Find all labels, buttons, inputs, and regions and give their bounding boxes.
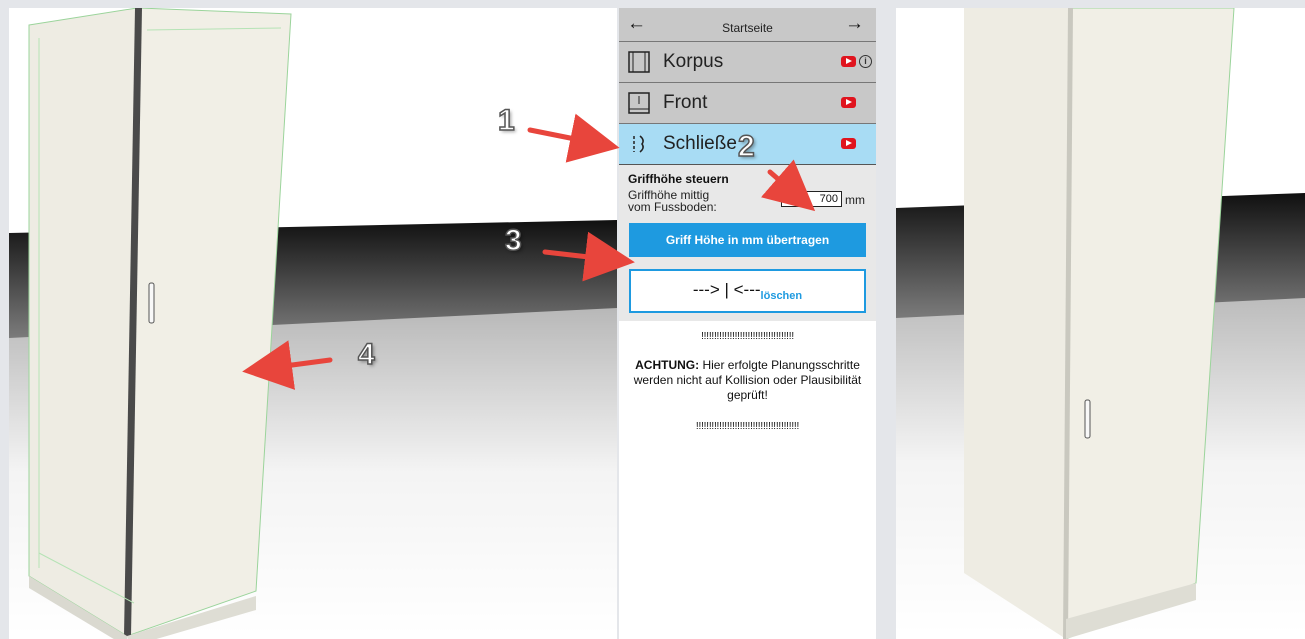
annotation-number-1: 1	[497, 103, 515, 138]
apply-handle-height-button[interactable]: Griff Höhe in mm übertragen	[629, 223, 866, 257]
youtube-icon[interactable]	[841, 56, 856, 67]
clear-handle-button[interactable]: ---> | <---löschen	[629, 269, 866, 313]
3d-viewport-right[interactable]	[896, 8, 1305, 639]
nav-bar: ← Startseite →	[619, 8, 876, 41]
nav-title[interactable]: Startseite	[619, 21, 876, 35]
3d-viewport-left[interactable]	[9, 8, 617, 639]
exclamation-line: !!!!!!!!!!!!!!!!!!!!!!!!!!!!!!!!!!!!	[701, 331, 794, 342]
door-handle	[148, 282, 155, 324]
annotation-number-3: 3	[504, 223, 522, 258]
exclamation-line: !!!!!!!!!!!!!!!!!!!!!!!!!!!!!!!!!!!!!!!!	[695, 421, 800, 432]
cabinet-side	[964, 8, 1071, 639]
handle-height-section: Griffhöhe steuern Griffhöhe mittig vom F…	[619, 165, 876, 321]
lock-icon	[633, 135, 644, 153]
menu-item-label: Front	[663, 92, 708, 113]
menu-item-korpus[interactable]: Korpus i	[619, 41, 876, 82]
menu-item-label: Korpus	[663, 51, 724, 72]
annotation-number-4: 4	[357, 337, 375, 372]
youtube-icon[interactable]	[841, 97, 856, 108]
annotation-number-2: 2	[737, 129, 755, 164]
info-icon[interactable]: i	[859, 55, 872, 68]
warning-notice: !!!!!!!!!!!!!!!!!!!!!!!!!!!!!!!!!!!! ACH…	[619, 331, 876, 432]
configurator-panel: ← Startseite → Korpus i Front Schließe G…	[619, 8, 876, 639]
handle-height-label: Griffhöhe mittig vom Fussboden:	[628, 188, 717, 214]
youtube-icon[interactable]	[841, 138, 856, 149]
menu-item-label: Schließe	[663, 133, 737, 154]
handle-height-input[interactable]	[781, 191, 842, 207]
section-title: Griffhöhe steuern	[628, 172, 729, 186]
cabinet-side	[28, 8, 138, 637]
cabinet-body-icon	[628, 51, 650, 73]
front-panel-icon	[628, 92, 650, 114]
arrow-right-icon[interactable]: →	[845, 13, 864, 35]
unit-label: mm	[845, 193, 865, 207]
clear-arrows: ---> | <---	[692, 280, 761, 299]
door-handle	[1084, 399, 1091, 439]
warning-text: ACHTUNG: Hier erfolgte Planungsschritte …	[633, 358, 862, 402]
menu-item-front[interactable]: Front	[619, 82, 876, 123]
clear-label: löschen	[760, 290, 803, 302]
